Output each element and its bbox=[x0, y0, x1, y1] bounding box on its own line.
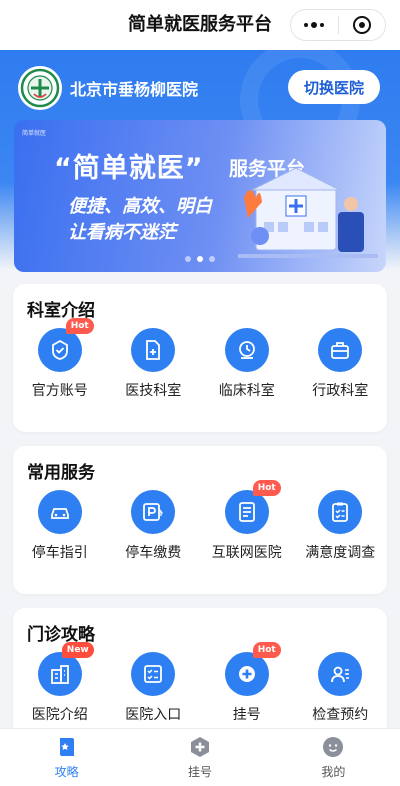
tab-profile[interactable]: 我的 bbox=[267, 729, 400, 786]
hot-badge: Hot bbox=[252, 642, 281, 658]
grid-item-label: 行政科室 bbox=[312, 383, 369, 399]
section-grid: 停车指引 停车缴费 Hot 互联网医院 满意度调查 bbox=[13, 480, 388, 562]
hospital-name: 北京市垂杨柳医院 bbox=[70, 80, 199, 99]
hospital-logo bbox=[18, 66, 62, 110]
section-grid: Hot 官方账号 医技科室 临床科室 行政科室 bbox=[13, 318, 388, 400]
grid-item-medical-tech-dept[interactable]: 医技科室 bbox=[107, 328, 201, 400]
building-icon: New bbox=[37, 642, 94, 696]
grid-item-label: 停车缴费 bbox=[125, 545, 182, 561]
document-list-icon: Hot bbox=[224, 480, 281, 534]
grid-item-parking-guide[interactable]: 停车指引 bbox=[13, 490, 107, 562]
section-outpatient-guide: 门诊攻略 New 医院介绍 医院入口 Hot 挂号 检查预约 bbox=[13, 608, 387, 748]
section-grid: New 医院介绍 医院入口 Hot 挂号 检查预约 bbox=[13, 642, 388, 724]
person-card-icon bbox=[318, 652, 363, 696]
tab-registration[interactable]: 挂号 bbox=[133, 729, 266, 786]
car-icon bbox=[37, 490, 82, 534]
section-department-intro: 科室介绍 Hot 官方账号 医技科室 临床科室 行政科室 bbox=[13, 284, 387, 432]
grid-item-label: 临床科室 bbox=[218, 383, 275, 399]
grid-item-official-account[interactable]: Hot 官方账号 bbox=[13, 318, 107, 400]
grid-item-internet-hospital[interactable]: Hot 互联网医院 bbox=[200, 480, 294, 562]
medical-cross-icon: Hot bbox=[224, 642, 281, 696]
checklist-icon bbox=[131, 652, 176, 696]
grid-item-label: 医技科室 bbox=[125, 383, 182, 399]
grid-item-label: 检查预约 bbox=[312, 707, 369, 723]
indicator-dot-active[interactable] bbox=[197, 256, 203, 262]
more-dots-icon bbox=[304, 22, 325, 28]
grid-item-hospital-entrance[interactable]: 医院入口 bbox=[107, 652, 201, 724]
mini-program-capsule bbox=[290, 9, 386, 41]
grid-item-clinical-dept[interactable]: 临床科室 bbox=[200, 328, 294, 400]
grid-item-label: 停车指引 bbox=[31, 545, 88, 561]
grid-item-label: 满意度调查 bbox=[305, 545, 376, 561]
grid-item-label: 官方账号 bbox=[31, 383, 88, 399]
bottom-tab-bar: 攻略 挂号 我的 bbox=[0, 728, 400, 786]
banner-mini-logo: 简单就医 bbox=[22, 130, 47, 137]
grid-item-label: 挂号 bbox=[232, 707, 261, 723]
grid-item-registration[interactable]: Hot 挂号 bbox=[200, 642, 294, 724]
grid-item-label: 医院介绍 bbox=[31, 707, 88, 723]
grid-item-label: 互联网医院 bbox=[211, 545, 282, 561]
banner-headline: “简单就医” bbox=[54, 153, 204, 184]
grid-item-parking-payment[interactable]: 停车缴费 bbox=[107, 490, 201, 562]
tab-label: 攻略 bbox=[54, 765, 79, 779]
user-face-icon bbox=[323, 737, 344, 757]
tab-guide[interactable]: 攻略 bbox=[0, 729, 133, 786]
tab-label: 我的 bbox=[321, 765, 346, 779]
hot-badge: Hot bbox=[65, 318, 94, 334]
new-badge: New bbox=[61, 642, 94, 658]
nav-bar: 简单就医服务平台 bbox=[0, 0, 400, 50]
grid-item-label: 医院入口 bbox=[125, 707, 182, 723]
banner-slogan-1: 便捷、高效、明白 bbox=[68, 196, 212, 217]
plus-shield-icon bbox=[190, 737, 209, 757]
grid-item-exam-booking[interactable]: 检查预约 bbox=[294, 652, 388, 724]
verified-shield-icon: Hot bbox=[37, 318, 94, 372]
grid-item-satisfaction-survey[interactable]: 满意度调查 bbox=[294, 490, 388, 562]
briefcase-icon bbox=[318, 328, 363, 372]
switch-hospital-button[interactable]: 切换医院 bbox=[288, 70, 380, 104]
more-button[interactable] bbox=[291, 10, 338, 40]
section-title: 常用服务 bbox=[27, 463, 95, 483]
tab-label: 挂号 bbox=[187, 765, 212, 779]
grid-item-hospital-intro[interactable]: New 医院介绍 bbox=[13, 642, 107, 724]
grid-item-admin-dept[interactable]: 行政科室 bbox=[294, 328, 388, 400]
book-icon bbox=[59, 738, 74, 756]
clock-icon bbox=[224, 328, 269, 372]
section-common-services: 常用服务 停车指引 停车缴费 Hot 互联网医院 满意度调查 bbox=[13, 446, 387, 594]
hospital-illustration bbox=[238, 167, 378, 258]
document-plus-icon bbox=[131, 328, 176, 372]
clipboard-checklist-icon bbox=[318, 490, 363, 534]
banner-indicators bbox=[14, 256, 386, 262]
indicator-dot[interactable] bbox=[185, 256, 191, 262]
banner-slogan-2: 让看病不迷茫 bbox=[68, 222, 176, 243]
indicator-dot[interactable] bbox=[209, 256, 215, 262]
parking-payment-icon bbox=[131, 490, 176, 534]
promo-banner[interactable]: 简单就医 “简单就医” 服务平台 便捷、高效、明白 让看病不迷茫 bbox=[14, 120, 386, 272]
close-program-button[interactable] bbox=[339, 10, 386, 40]
target-icon bbox=[352, 16, 371, 34]
hot-badge: Hot bbox=[252, 480, 281, 496]
